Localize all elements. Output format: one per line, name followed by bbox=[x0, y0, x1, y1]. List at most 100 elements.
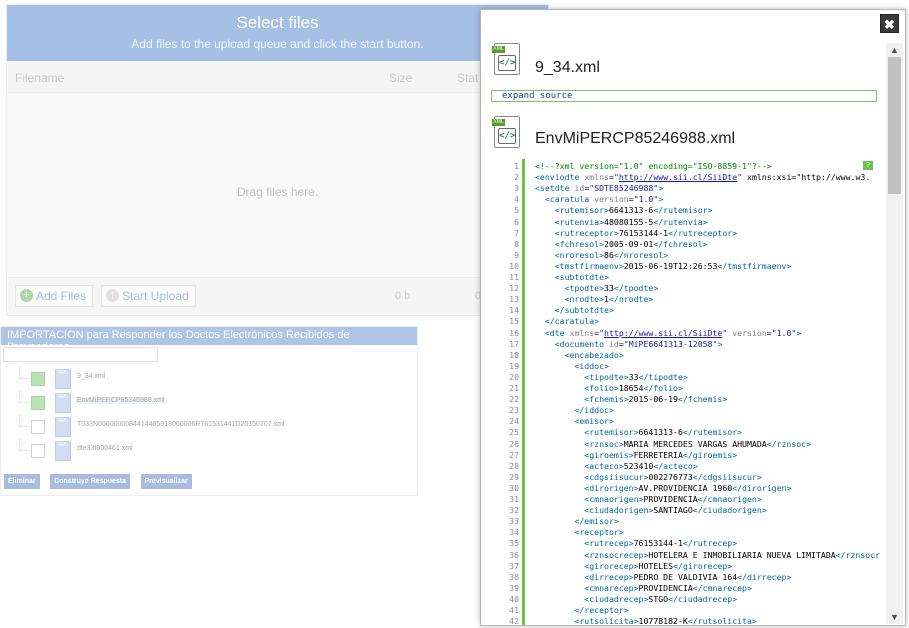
code-line: <subtotdte> bbox=[554, 272, 609, 282]
code-line: <rutrecep>76153144-1</rutrecep> bbox=[584, 538, 738, 549]
line-number: 11 bbox=[509, 272, 519, 282]
code-line: <rutemisor>6641313-6</rutemisor> bbox=[584, 427, 743, 438]
tree-connector bbox=[19, 415, 29, 427]
total-size: 0 b bbox=[395, 290, 411, 302]
xml-source-viewer[interactable]: ? 1 <!--?xml version="1.0" encoding="ISO-… bbox=[491, 159, 881, 625]
code-line: <nrodte>1</nrodte> bbox=[564, 294, 654, 305]
code-line: <fchemis>2015-06-19</fchemis> bbox=[584, 394, 728, 405]
line-number: 23 bbox=[509, 405, 519, 416]
start-upload-label: Start Upload bbox=[122, 289, 189, 303]
line-number: 18 bbox=[509, 349, 519, 360]
xml-tag: XML bbox=[492, 119, 505, 126]
construye-respuesta-button[interactable]: Construye Respuesta bbox=[50, 474, 131, 489]
plus-icon: + bbox=[20, 289, 33, 302]
line-number: 38 bbox=[509, 571, 519, 582]
xml-file-icon: XML bbox=[55, 417, 71, 437]
close-button[interactable]: ✖ bbox=[880, 14, 899, 33]
upload-widget: Select files Add files to the upload que… bbox=[6, 4, 549, 316]
xml-file-icon: XML bbox=[55, 393, 71, 413]
scrollbar-thumb[interactable] bbox=[888, 57, 901, 194]
import-panel-title: IMPORTACION para Responder los Doctos El… bbox=[1, 327, 417, 353]
code-line: </emisor> bbox=[574, 516, 619, 527]
code-icon: </> bbox=[498, 55, 516, 71]
upload-arrow-icon: ↑ bbox=[106, 289, 119, 302]
col-size: Size bbox=[389, 71, 413, 85]
code-line: <dte xmlns="http://www.sii.cl/SiiDte" ve… bbox=[544, 327, 802, 338]
code-line: <tpodte>33</tpodte> bbox=[564, 283, 659, 294]
code-line: </receptor> bbox=[574, 605, 629, 615]
line-number: 32 bbox=[509, 505, 519, 516]
xml-file-icon: XML bbox=[55, 369, 71, 389]
tree-connector bbox=[19, 439, 29, 451]
tree-node[interactable]: XML dte33f800461.xml bbox=[15, 439, 395, 463]
line-number: 17 bbox=[509, 338, 519, 349]
code-line: <fchresol>2005-09-01</fchresol> bbox=[554, 238, 708, 249]
code-line: <encabezado> bbox=[564, 349, 624, 360]
drop-zone-text: Drag files here. bbox=[236, 185, 319, 199]
line-number: 6 bbox=[514, 216, 519, 227]
code-line: <setdte id="SDTE85246988"> bbox=[535, 183, 664, 194]
line-number: 24 bbox=[509, 416, 519, 427]
eliminar-button[interactable]: Eliminar bbox=[4, 474, 40, 489]
upload-columns: Filename Size Stat bbox=[7, 61, 548, 93]
scroll-up-icon[interactable]: ▲ bbox=[886, 43, 903, 57]
code-line: <rznsoc>MARIA MERCEDES VARGAS AHUMADA</r… bbox=[584, 438, 812, 449]
code-line: <acteco>523410</acteco> bbox=[584, 460, 698, 471]
code-line: </subtotdte> bbox=[554, 305, 614, 316]
code-line: <enviodte xmlns="http://www.sii.cl/SiiDt… bbox=[535, 172, 871, 183]
tree-node[interactable]: XML EnvMiPERCP85246988.xml bbox=[15, 391, 395, 415]
tree-node[interactable]: XML 9_34.xml bbox=[15, 367, 395, 391]
line-number: 16 bbox=[509, 327, 519, 338]
code-line: <rutemisor>6641313-6</rutemisor> bbox=[554, 205, 713, 216]
line-number: 26 bbox=[509, 438, 519, 449]
checkbox[interactable] bbox=[31, 444, 45, 458]
line-number: 42 bbox=[509, 616, 519, 625]
code-line: <emisor> bbox=[574, 416, 614, 427]
tree-node[interactable]: XML T033N0000000084414485918060006R76153… bbox=[15, 415, 395, 439]
checkbox[interactable] bbox=[31, 396, 45, 410]
line-number: 25 bbox=[509, 427, 519, 438]
code-line: <documento id="MiPE6641313-12058"> bbox=[554, 338, 723, 349]
drop-zone[interactable]: Drag files here. bbox=[7, 93, 548, 277]
scrollbar[interactable]: ▲ ▼ bbox=[886, 43, 903, 624]
line-number: 13 bbox=[509, 294, 519, 305]
expand-source-link[interactable]: expand source bbox=[491, 90, 877, 102]
code-line: <receptor> bbox=[574, 527, 624, 538]
import-actions: Eliminar Construye Respuesta Previsualiz… bbox=[4, 470, 198, 489]
help-icon[interactable]: ? bbox=[863, 161, 873, 170]
code-line: <!--?xml version="1.0" encoding="ISO-885… bbox=[535, 161, 772, 171]
scroll-down-icon[interactable]: ▼ bbox=[886, 610, 903, 624]
code-line: <iddoc> bbox=[574, 360, 609, 371]
add-files-button[interactable]: + Add Files bbox=[15, 285, 94, 307]
upload-footer: + Add Files ↑ Start Upload 0 b 0 bbox=[7, 277, 548, 315]
tree-node-label: EnvMiPERCP85246988.xml bbox=[75, 397, 167, 404]
search-input[interactable] bbox=[3, 347, 158, 362]
tree-node-label: 9_34.xml bbox=[77, 373, 106, 380]
import-panel: IMPORTACION para Responder los Doctos El… bbox=[0, 326, 418, 496]
line-number: 41 bbox=[509, 605, 519, 615]
line-number: 10 bbox=[509, 260, 519, 271]
code-line: <caratula version="1.0"> bbox=[544, 194, 664, 205]
line-number: 39 bbox=[509, 582, 519, 593]
checkbox[interactable] bbox=[31, 420, 45, 434]
checkbox[interactable] bbox=[31, 372, 45, 386]
line-number: 34 bbox=[509, 527, 519, 538]
code-line: <cmnarecep>PROVIDENCIA</cmnarecep> bbox=[584, 582, 752, 593]
code-line: <cmnaorigen>PROVIDENCIA</cmnaorigen> bbox=[584, 494, 762, 504]
code-line: </caratula> bbox=[544, 316, 600, 327]
previsualizar-button[interactable]: Previsualizar bbox=[140, 474, 192, 489]
code-line: <dirrecep>PEDRO DE VALDIVIA 164</dirrece… bbox=[584, 571, 792, 582]
xml-file-icon: XML </> bbox=[492, 43, 520, 75]
xml-file-icon: XML </> bbox=[492, 116, 520, 148]
tree-node-label: dte33f800461.xml bbox=[77, 445, 133, 452]
code-line: <cdgsiisucur>002276773</cdgsiisucur> bbox=[584, 471, 762, 482]
code-icon: </> bbox=[498, 128, 516, 144]
code-line: <folio>18654</folio> bbox=[584, 383, 683, 393]
code-line: <girorecep>HOTELES</girorecep> bbox=[584, 560, 733, 571]
code-line: <tmstfirmaenv>2015-06-19T12:26:53</tmstf… bbox=[554, 260, 792, 271]
tree-node-label: T033N0000000084414485918060006R761531441… bbox=[77, 421, 285, 428]
line-number: 1 bbox=[514, 161, 519, 171]
file-title-2: EnvMiPERCP85246988.xml bbox=[535, 130, 736, 147]
code-line: </iddoc> bbox=[574, 405, 614, 416]
start-upload-button[interactable]: ↑ Start Upload bbox=[101, 285, 196, 307]
